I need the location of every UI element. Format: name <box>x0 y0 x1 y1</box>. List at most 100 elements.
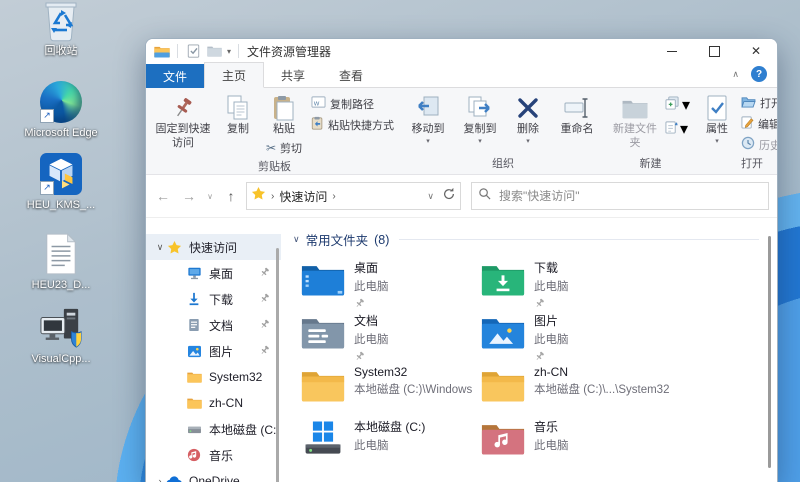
sidebar-item-pictures[interactable]: 图片 <box>146 338 281 364</box>
back-button[interactable]: ← <box>152 185 174 207</box>
heu-kms-icon: ↗ <box>39 152 83 196</box>
edit-button[interactable]: 编辑 <box>738 114 777 133</box>
new-folder-button[interactable]: 新建文件夹 <box>609 92 661 153</box>
folder-tile-pictures[interactable]: 图片 此电脑 <box>481 312 661 365</box>
delete-button[interactable]: 删除 ▾ <box>507 92 549 147</box>
paste-button[interactable]: 粘贴 <box>262 92 306 139</box>
content-scrollbar[interactable] <box>768 236 771 468</box>
copy-to-icon <box>467 94 493 122</box>
help-button[interactable]: ? <box>751 66 767 82</box>
section-header-frequent-folders[interactable]: ∨ 常用文件夹 (8) <box>293 230 759 249</box>
sidebar-item-desktop[interactable]: 桌面 <box>146 260 281 286</box>
sidebar-item-system32[interactable]: System32 <box>146 364 281 390</box>
breadcrumb-item[interactable]: 快速访问 <box>279 188 327 205</box>
search-icon <box>478 187 491 205</box>
desktop-icon-visualcpp[interactable]: VisualCpp... <box>6 306 116 367</box>
copy-button[interactable]: 复制 <box>216 92 260 139</box>
paste-shortcut-button[interactable]: 粘贴快捷方式 <box>308 115 397 134</box>
desktop-icon <box>186 265 202 281</box>
folder-tile-system32[interactable]: System32 本地磁盘 (C:)\Windows <box>301 365 481 418</box>
collapse-ribbon-icon[interactable]: ∧ <box>732 69 739 80</box>
download-icon <box>186 291 202 307</box>
window-title: 文件资源管理器 <box>247 44 332 59</box>
tile-name: zh-CN <box>534 365 569 379</box>
minimize-button[interactable] <box>651 39 693 63</box>
sidebar-item-downloads[interactable]: 下载 <box>146 286 281 312</box>
divider <box>177 44 178 58</box>
close-button[interactable]: ✕ <box>735 39 777 63</box>
folder-tile-zh-cn[interactable]: zh-CN 本地磁盘 (C:)\...\System32 <box>481 365 669 418</box>
paste-icon <box>273 94 295 122</box>
tab-view[interactable]: 查看 <box>322 64 380 87</box>
up-button[interactable]: ↑ <box>220 185 242 207</box>
tile-location: 此电脑 <box>534 440 569 452</box>
desktop-icon-label: VisualCpp... <box>31 353 91 365</box>
breadcrumb-separator-icon: › <box>332 190 336 202</box>
open-button[interactable]: 打开 ▾ <box>738 94 777 112</box>
pin-to-quick-access-button[interactable]: 固定到快速访问 <box>152 92 214 153</box>
desktop-icon-heu-doc[interactable]: HEU23_D... <box>6 232 116 293</box>
move-to-button[interactable]: 移动到 ▾ <box>403 92 453 147</box>
tile-location: 此电脑 <box>354 334 389 346</box>
sidebar-item-music[interactable]: 音乐 <box>146 442 281 468</box>
desktop-icon-heu-kms[interactable]: ↗ HEU_KMS_... <box>6 152 116 213</box>
sidebar-item-label: 桌面 <box>209 266 234 281</box>
history-button[interactable]: 历史记录 <box>738 135 777 154</box>
new-item-button[interactable]: ▾ <box>663 94 692 116</box>
sidebar-item-zh-cn[interactable]: zh-CN <box>146 390 281 416</box>
maximize-button[interactable] <box>693 39 735 63</box>
tile-name: 文档 <box>354 314 379 328</box>
content-pane: ∨ 常用文件夹 (8) 桌面 此电脑 下载 此电脑 文档 此电脑 图片 此电脑 Syst… <box>281 218 777 482</box>
refresh-icon[interactable] <box>442 187 456 206</box>
tab-home[interactable]: 主页 <box>204 62 265 88</box>
folder-tile-desktop[interactable]: 桌面 此电脑 <box>301 259 481 312</box>
folder-tile-downloads[interactable]: 下载 此电脑 <box>481 259 661 312</box>
folder-tile-local-disk-c[interactable]: 本地磁盘 (C:) 此电脑 <box>301 418 481 471</box>
chevron-down-icon[interactable]: ∨ <box>154 242 166 253</box>
address-bar[interactable]: › 快速访问 › ∨ <box>246 182 461 210</box>
group-label-organize: 组织 <box>492 158 514 170</box>
customize-qat-chevron-icon[interactable]: ▾ <box>227 47 231 56</box>
sidebar-item-label: 音乐 <box>209 448 234 463</box>
search-input[interactable] <box>497 188 762 204</box>
copy-path-button[interactable]: w 复制路径 <box>308 94 397 113</box>
folder-tile-documents[interactable]: 文档 此电脑 <box>301 312 481 365</box>
desktop-icon-edge[interactable]: ↗ Microsoft Edge <box>6 80 116 141</box>
svg-text:w: w <box>313 98 320 107</box>
sidebar-item-onedrive[interactable]: › OneDrive <box>146 468 281 482</box>
picture-folder-icon <box>481 314 525 350</box>
open-icon <box>741 96 756 111</box>
chevron-down-icon: ∨ <box>293 234 300 244</box>
tile-name: 桌面 <box>354 261 379 275</box>
sidebar-item-documents[interactable]: 文档 <box>146 312 281 338</box>
easy-access-button[interactable]: ▾ <box>663 118 692 140</box>
sidebar-item-label: System32 <box>209 370 263 384</box>
explorer-folder-icon <box>154 43 170 59</box>
desktop-icon-label: Microsoft Edge <box>24 127 98 139</box>
desktop-icon-recycle-bin[interactable]: 回收站 <box>6 0 116 59</box>
navigation-pane: ∨ 快速访问桌面下载 文档 图片 System32 zh-CN 本地磁盘 (C:) 音乐 › On… <box>146 218 281 482</box>
chevron-right-icon[interactable]: › <box>154 476 166 482</box>
sidebar-item-quick-access[interactable]: ∨ 快速访问 <box>146 234 281 260</box>
recent-locations-chevron-icon[interactable]: ∨ <box>204 185 216 207</box>
tile-name: 下载 <box>534 261 559 275</box>
copy-to-button[interactable]: 复制到 ▾ <box>455 92 505 147</box>
sidebar-item-local-disk-c[interactable]: 本地磁盘 (C:) <box>146 416 281 442</box>
history-icon <box>741 136 755 153</box>
rename-button[interactable]: 重命名 <box>551 92 603 139</box>
tab-file[interactable]: 文件 <box>146 64 205 88</box>
address-dropdown-icon[interactable]: ∨ <box>427 191 434 202</box>
cut-button[interactable]: ✂ 剪切 <box>263 139 305 157</box>
desktop-folder-icon <box>301 261 345 297</box>
tab-share[interactable]: 共享 <box>264 64 322 87</box>
search-box[interactable] <box>471 182 769 210</box>
folder-tile-music[interactable]: 音乐 此电脑 <box>481 418 661 471</box>
picture-icon <box>186 343 202 359</box>
properties-quick-icon[interactable] <box>185 43 201 59</box>
sidebar-scrollbar[interactable] <box>276 248 279 482</box>
new-folder-quick-icon[interactable] <box>206 43 222 59</box>
desktop-icon-label: HEU_KMS_... <box>26 199 96 211</box>
forward-button[interactable]: → <box>178 185 200 207</box>
properties-button[interactable]: 属性 ▾ <box>698 92 736 147</box>
pin-icon <box>259 345 271 357</box>
